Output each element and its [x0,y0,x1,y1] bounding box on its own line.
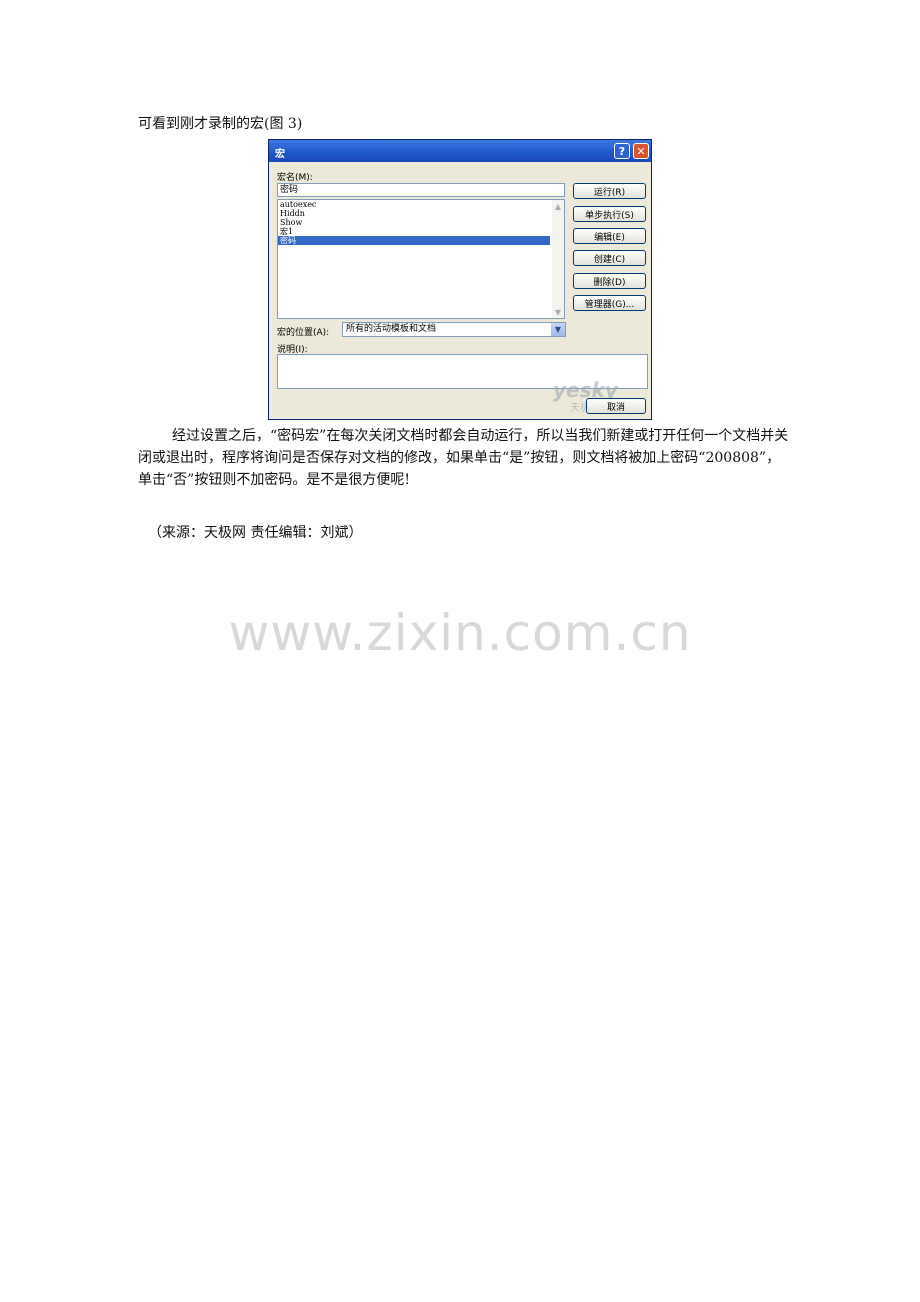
edit-button[interactable]: 编辑(E) [573,228,646,244]
location-label: 宏的位置(A): [277,328,330,338]
dialog-title: 宏 [275,149,285,160]
intro-text: 可看到刚才录制的宏(图 3) [138,116,303,132]
list-scrollbar[interactable]: ▲ ▼ [552,200,564,318]
macro-name-input[interactable]: 密码 [277,183,565,197]
list-item[interactable]: 宏1 [278,227,564,236]
help-button[interactable]: ? [614,143,630,159]
source-line: （来源：天极网 责任编辑：刘斌） [148,525,363,541]
page-watermark: www.zixin.com.cn [228,604,692,662]
dialog-titlebar: 宏 ? ✕ [269,140,651,162]
list-item-selected[interactable]: 密码 [278,236,550,245]
list-item[interactable]: autoexec [278,200,564,209]
step-into-button[interactable]: 单步执行(S) [573,206,646,222]
list-item[interactable]: Show [278,218,564,227]
location-select[interactable]: 所有的活动模板和文档 ▼ [342,322,566,337]
scroll-down-icon[interactable]: ▼ [552,306,564,318]
create-button[interactable]: 创建(C) [573,250,646,266]
macro-name-label: 宏名(M): [277,173,313,183]
macro-list[interactable]: autoexec Hiddn Show 宏1 密码 ▲ ▼ [277,199,565,319]
macro-dialog: 宏 ? ✕ 宏名(M): 密码 autoexec Hiddn Show 宏1 密… [268,139,652,420]
run-button[interactable]: 运行(R) [573,183,646,199]
chevron-down-icon[interactable]: ▼ [551,323,565,336]
scroll-up-icon[interactable]: ▲ [552,200,564,212]
body-paragraph: 经过设置之后，“密码宏”在每次关闭文档时都会自动运行，所以当我们新建或打开任何一… [138,428,789,488]
organizer-button[interactable]: 管理器(G)... [573,295,646,311]
close-button[interactable]: ✕ [633,143,649,159]
list-item[interactable]: Hiddn [278,209,564,218]
cancel-button[interactable]: 取消 [586,398,646,414]
delete-button[interactable]: 删除(D) [573,273,646,289]
location-value: 所有的活动模板和文档 [346,324,437,334]
